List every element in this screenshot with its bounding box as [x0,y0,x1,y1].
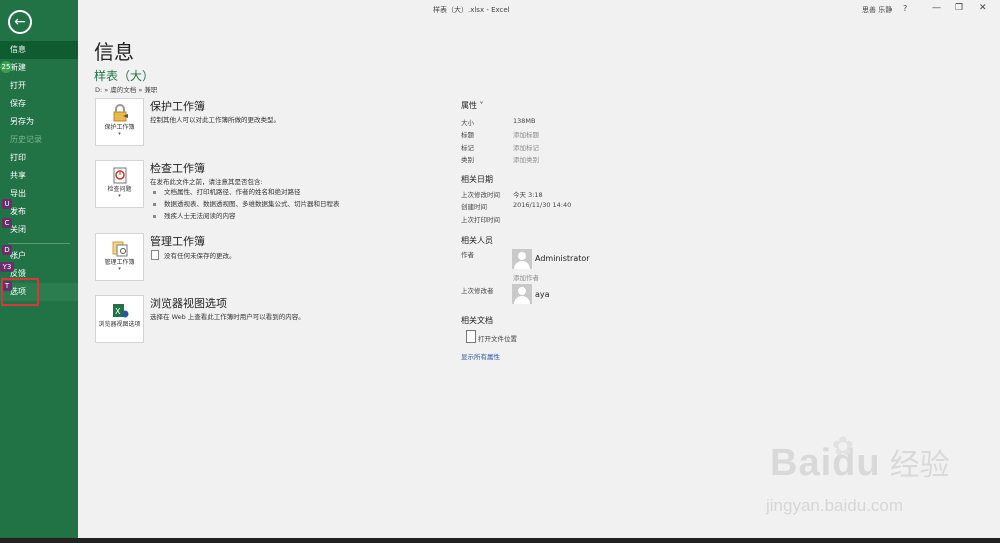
date-label: 上次打印时间 [461,216,500,224]
inspect-icon [111,166,129,184]
related-docs-heading: 相关文档 [461,316,493,325]
chevron-down-icon: ▾ [118,193,121,199]
date-value: 2016/11/30 14:40 [513,201,572,209]
date-label: 创建时间 [461,203,487,211]
card-desc: 在发布此文件之前，请注意其是否包含: [150,178,263,186]
document-icon [151,250,159,260]
property-label: 标记 [461,144,474,152]
options-highlight-box [1,278,39,306]
paw-icon: ✿ [832,432,854,462]
restore-button[interactable]: ❐ [955,3,963,13]
lock-icon [111,104,129,122]
property-label: 大小 [461,119,474,127]
property-label: 标题 [461,131,474,139]
file-name: 样表（大） [94,69,155,83]
chevron-down-icon: ▾ [118,266,121,272]
folder-file-icon [466,330,476,343]
chevron-down-icon: ▾ [118,131,121,137]
card-desc: 没有任何未保存的更改。 [164,252,236,260]
minimize-button[interactable]: — [932,3,941,13]
browser-view-icon: X [111,301,129,319]
card-desc: 选择在 Web 上查看此工作簿时用户可以看到的内容。 [150,313,305,321]
category-field[interactable]: 添加类别 [513,154,539,164]
nav-save-as[interactable]: 另存为 [0,113,78,131]
nav-share[interactable]: 共享 [0,167,78,185]
nav-info[interactable]: 信息 [0,41,78,59]
list-item: 数据透视表、数据透视图、多维数据集公式、切片器和日程表 [153,198,340,208]
nav-open[interactable]: 打开 [0,77,78,95]
card-title: 浏览器视图选项 [150,297,227,310]
nav-save[interactable]: 保存 [0,95,78,113]
help-button[interactable]: ? [903,4,907,13]
dates-heading: 相关日期 [461,175,493,184]
taskbar-strip [0,538,1000,543]
property-value: 138MB [513,117,536,125]
card-title: 管理工作簿 [150,235,205,248]
properties-heading[interactable]: 属性 ˅ [461,100,484,111]
card-title: 检查工作簿 [150,162,205,175]
nav-print[interactable]: 打印 [0,149,78,167]
nav-divider [8,243,70,244]
last-modified-by-name[interactable]: aya [535,290,550,299]
add-author-link[interactable]: 添加作者 [513,272,539,282]
back-arrow-icon[interactable]: ← [8,10,32,34]
tile-label: 浏览器视图选项 [98,321,141,328]
watermark-url: jingyan.baidu.com [766,496,904,515]
last-modified-by-label: 上次修改者 [461,287,494,295]
title-field[interactable]: 添加标题 [513,129,539,139]
user-name[interactable]: 思善 乐静 [862,5,892,15]
manage-workbook-icon [111,239,129,257]
show-all-properties-link[interactable]: 显示所有属性 [461,351,500,361]
window-title: 样表（大）.xlsx - Excel [433,6,510,14]
key-tip-close: C [2,218,12,228]
list-item: 残疾人士无法阅读的内容 [153,210,236,220]
watermark-brand: Baidu [770,442,881,484]
key-tip-new: 25 [0,61,12,73]
date-label: 上次修改时间 [461,191,500,199]
key-tip-feedback: Y3 [0,262,14,272]
open-file-location-link[interactable]: 打开文件位置 [478,333,517,343]
backstage-sidebar: ← 信息 新建 打开 保存 另存为 历史记录 打印 共享 导出 发布 关闭 帐户… [0,0,78,538]
close-button[interactable]: ✕ [979,3,987,13]
protect-workbook-button[interactable]: 保护工作簿 ▾ [95,98,144,146]
tags-field[interactable]: 添加标记 [513,142,539,152]
check-issues-button[interactable]: 检查问题 ▾ [95,160,144,208]
key-tip-account: D [2,245,12,255]
avatar [512,249,532,269]
svg-text:X: X [115,307,121,316]
manage-workbook-button[interactable]: 管理工作簿 ▾ [95,233,144,281]
key-tip-publish: U [2,199,12,209]
avatar [512,284,532,304]
nav-history: 历史记录 [10,135,42,144]
list-item: 文档属性、打印机路径、作者的姓名和绝对路径 [153,186,301,196]
file-path[interactable]: D: » 虞的文档 » 兼职 [95,84,157,94]
watermark-brand-cn: 经验 [889,448,950,483]
date-value: 今天 3:18 [513,191,543,199]
author-name[interactable]: Administrator [535,254,590,263]
property-label: 类别 [461,156,474,164]
card-title: 保护工作簿 [150,100,205,113]
watermark-logo: Baidu 经验 [770,440,950,485]
card-desc: 控制其他人可以对此工作簿所做的更改类型。 [150,116,280,124]
page-title: 信息 [94,40,134,64]
people-heading: 相关人员 [461,236,493,245]
author-label: 作者 [461,251,474,259]
browser-view-options-button[interactable]: X 浏览器视图选项 [95,295,144,343]
